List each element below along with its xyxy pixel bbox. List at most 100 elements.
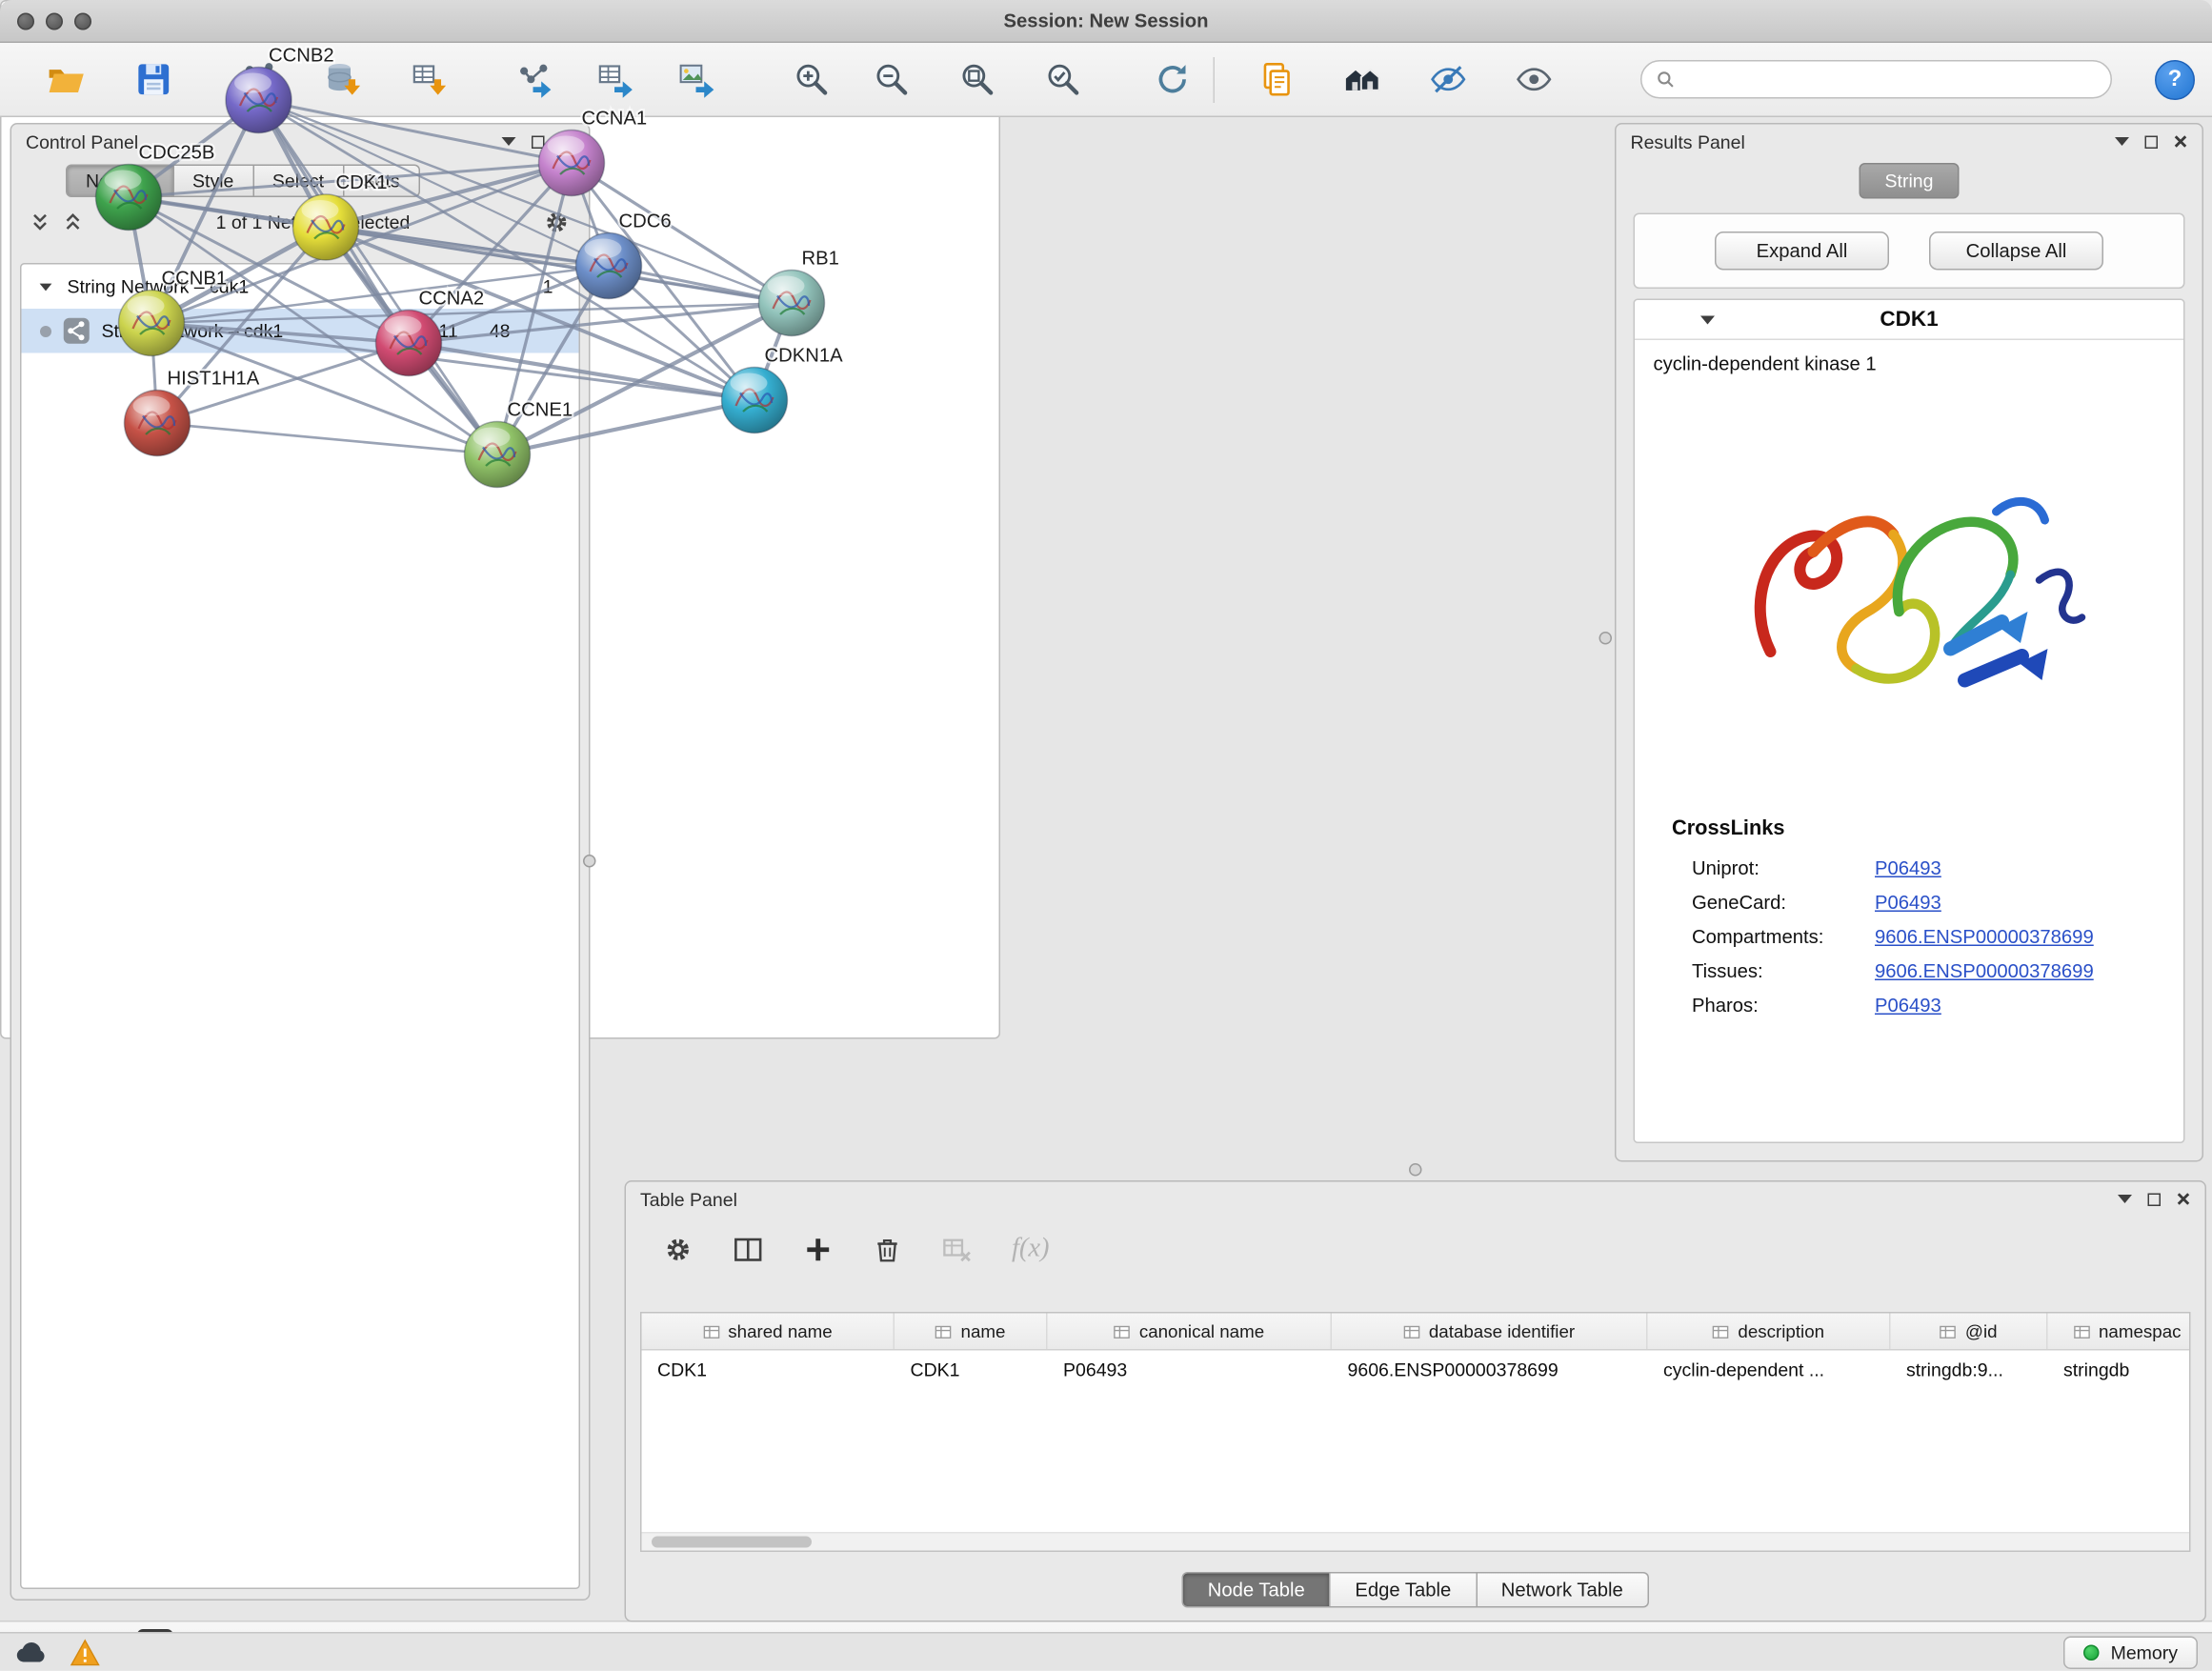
help-button[interactable]: ? xyxy=(2155,59,2195,99)
delete-table-icon-disabled xyxy=(942,1234,973,1264)
toolbar-separator xyxy=(1214,56,1216,102)
cloud-icon xyxy=(14,1641,49,1665)
node-CDKN1A[interactable] xyxy=(722,368,788,433)
search-box xyxy=(1640,60,2112,99)
table-row[interactable]: CDK1CDK1P064939606.ENSP00000378699cyclin… xyxy=(642,1351,2191,1390)
crosslink-row: Pharos:P06493 xyxy=(1692,995,2183,1017)
application-window: Session: New Session xyxy=(0,0,2212,1671)
search-icon xyxy=(1657,70,1676,90)
panel-menu-icon[interactable] xyxy=(2118,1195,2132,1203)
left-splitter-handle[interactable] xyxy=(583,855,596,868)
column-header-namespac[interactable]: namespac xyxy=(2048,1314,2191,1350)
collapse-section-icon[interactable] xyxy=(1700,315,1715,324)
crosslink-link-pharos[interactable]: P06493 xyxy=(1875,995,1941,1017)
table-cell-description[interactable]: cyclin-dependent ... xyxy=(1648,1351,1891,1390)
table-cell-name[interactable]: CDK1 xyxy=(895,1351,1048,1390)
memory-button[interactable]: Memory xyxy=(2063,1636,2198,1669)
node-CCNA2[interactable] xyxy=(376,311,442,376)
edge-HIST1H1A-CCNE1[interactable] xyxy=(157,423,497,454)
edge-CCNB2-CCNA1[interactable] xyxy=(259,100,573,163)
copy-document-button[interactable] xyxy=(1249,50,1303,110)
node-CCNB1[interactable] xyxy=(119,291,185,356)
cloud-status-button[interactable] xyxy=(14,1641,49,1665)
node-table: shared namenamecanonical namedatabase id… xyxy=(640,1312,2191,1552)
protein-section-header[interactable]: CDK1 xyxy=(1635,300,2183,340)
node-label-RB1: RB1 xyxy=(802,249,839,270)
node-label-CCNB2: CCNB2 xyxy=(269,46,334,67)
collapse-all-button[interactable]: Collapse All xyxy=(1929,232,2103,271)
tab-node-table[interactable]: Node Table xyxy=(1182,1572,1331,1608)
memory-label: Memory xyxy=(2111,1641,2178,1663)
crosslink-row: GeneCard:P06493 xyxy=(1692,892,2183,914)
document-copy-icon xyxy=(1257,60,1296,99)
close-panel-icon[interactable] xyxy=(2174,134,2188,149)
column-header-description[interactable]: description xyxy=(1648,1314,1891,1350)
crosslink-row: Uniprot:P06493 xyxy=(1692,857,2183,879)
node-label-CCNB1: CCNB1 xyxy=(162,269,228,290)
table-settings-gear-icon[interactable] xyxy=(663,1234,694,1264)
protein-details-section: CDK1 cyclin-dependent kinase 1 xyxy=(1634,299,2185,1144)
expand-collapse-box: Expand All Collapse All xyxy=(1634,213,2185,290)
column-header-name[interactable]: name xyxy=(895,1314,1048,1350)
crosslink-link-genecard[interactable]: P06493 xyxy=(1875,892,1941,914)
show-columns-icon[interactable] xyxy=(734,1234,764,1264)
horizontal-scrollbar[interactable] xyxy=(642,1532,2190,1551)
table-cell-shared-name[interactable]: CDK1 xyxy=(642,1351,895,1390)
float-panel-icon[interactable] xyxy=(2145,135,2159,149)
tab-edge-table[interactable]: Edge Table xyxy=(1331,1572,1477,1608)
warnings-button[interactable] xyxy=(70,1639,101,1666)
node-CCNE1[interactable] xyxy=(465,422,531,488)
eye-icon xyxy=(1514,60,1553,99)
panel-menu-icon[interactable] xyxy=(2115,137,2129,146)
node-CCNB2[interactable] xyxy=(226,68,292,133)
homes-icon xyxy=(1342,60,1381,99)
hide-selected-button[interactable] xyxy=(1420,50,1475,110)
scrollbar-thumb[interactable] xyxy=(652,1537,812,1548)
tab-network-table[interactable]: Network Table xyxy=(1477,1572,1648,1608)
node-label-CDK1: CDK1 xyxy=(336,172,388,193)
column-header-id[interactable]: @id xyxy=(1891,1314,2048,1350)
table-cell-canonical-name[interactable]: P06493 xyxy=(1048,1351,1333,1390)
bottom-splitter-handle[interactable] xyxy=(1409,1163,1422,1177)
column-header-canonical-name[interactable]: canonical name xyxy=(1048,1314,1333,1350)
node-CDC25B[interactable] xyxy=(96,165,162,231)
table-cell-namespac[interactable]: stringdb xyxy=(2048,1351,2191,1390)
status-bar: Memory xyxy=(0,1633,2212,1671)
column-header-shared-name[interactable]: shared name xyxy=(642,1314,895,1350)
results-panel: Results Panel String Expand All Collapse… xyxy=(1615,123,2203,1162)
home-button[interactable] xyxy=(1335,50,1389,110)
node-HIST1H1A[interactable] xyxy=(125,391,191,456)
network-view: CCNB2CCNA1CDC25BCDK1CDC6RB1CCNB1CCNA2CDK… xyxy=(0,0,1000,1039)
crosslink-link-compartments[interactable]: 9606.ENSP00000378699 xyxy=(1875,926,2094,948)
node-CDK1[interactable] xyxy=(293,194,359,260)
crosslink-label-genecard: GeneCard: xyxy=(1692,892,1875,914)
node-CDC6[interactable] xyxy=(576,233,642,299)
close-panel-icon[interactable] xyxy=(2177,1192,2191,1206)
table-cell-id[interactable]: stringdb:9... xyxy=(1891,1351,2048,1390)
refresh-view-button[interactable] xyxy=(1145,50,1199,110)
edge-CCNB2-CCNE1[interactable] xyxy=(259,100,498,454)
delete-column-trash-icon[interactable] xyxy=(874,1235,902,1263)
protein-description: cyclin-dependent kinase 1 xyxy=(1635,340,2183,374)
table-panel-title: Table Panel xyxy=(640,1188,737,1210)
crosslink-link-uniprot[interactable]: P06493 xyxy=(1875,857,1941,879)
float-panel-icon[interactable] xyxy=(2148,1193,2162,1206)
crosslink-row: Compartments:9606.ENSP00000378699 xyxy=(1692,926,2183,948)
table-cell-database-identifier[interactable]: 9606.ENSP00000378699 xyxy=(1332,1351,1648,1390)
show-hidden-button[interactable] xyxy=(1506,50,1560,110)
table-header-row: shared namenamecanonical namedatabase id… xyxy=(642,1314,2191,1351)
crosslinks-heading: CrossLinks xyxy=(1672,817,2183,840)
network-canvas[interactable]: CCNB2CCNA1CDC25BCDK1CDC6RB1CCNB1CCNA2CDK… xyxy=(0,0,1000,988)
table-toolbar: f(x) xyxy=(626,1217,2205,1277)
search-input[interactable] xyxy=(1683,69,2097,91)
refresh-icon xyxy=(1153,60,1192,99)
zoom-selected-button[interactable] xyxy=(1035,50,1089,110)
add-column-icon[interactable] xyxy=(803,1234,834,1264)
column-header-database-identifier[interactable]: database identifier xyxy=(1332,1314,1648,1350)
node-CCNA1[interactable] xyxy=(539,131,605,196)
expand-all-button[interactable]: Expand All xyxy=(1715,232,1889,271)
crosslink-link-tissues[interactable]: 9606.ENSP00000378699 xyxy=(1875,960,2094,982)
right-splitter-handle[interactable] xyxy=(1599,632,1613,645)
node-RB1[interactable] xyxy=(759,271,825,336)
tab-string[interactable]: String xyxy=(1860,163,1960,199)
